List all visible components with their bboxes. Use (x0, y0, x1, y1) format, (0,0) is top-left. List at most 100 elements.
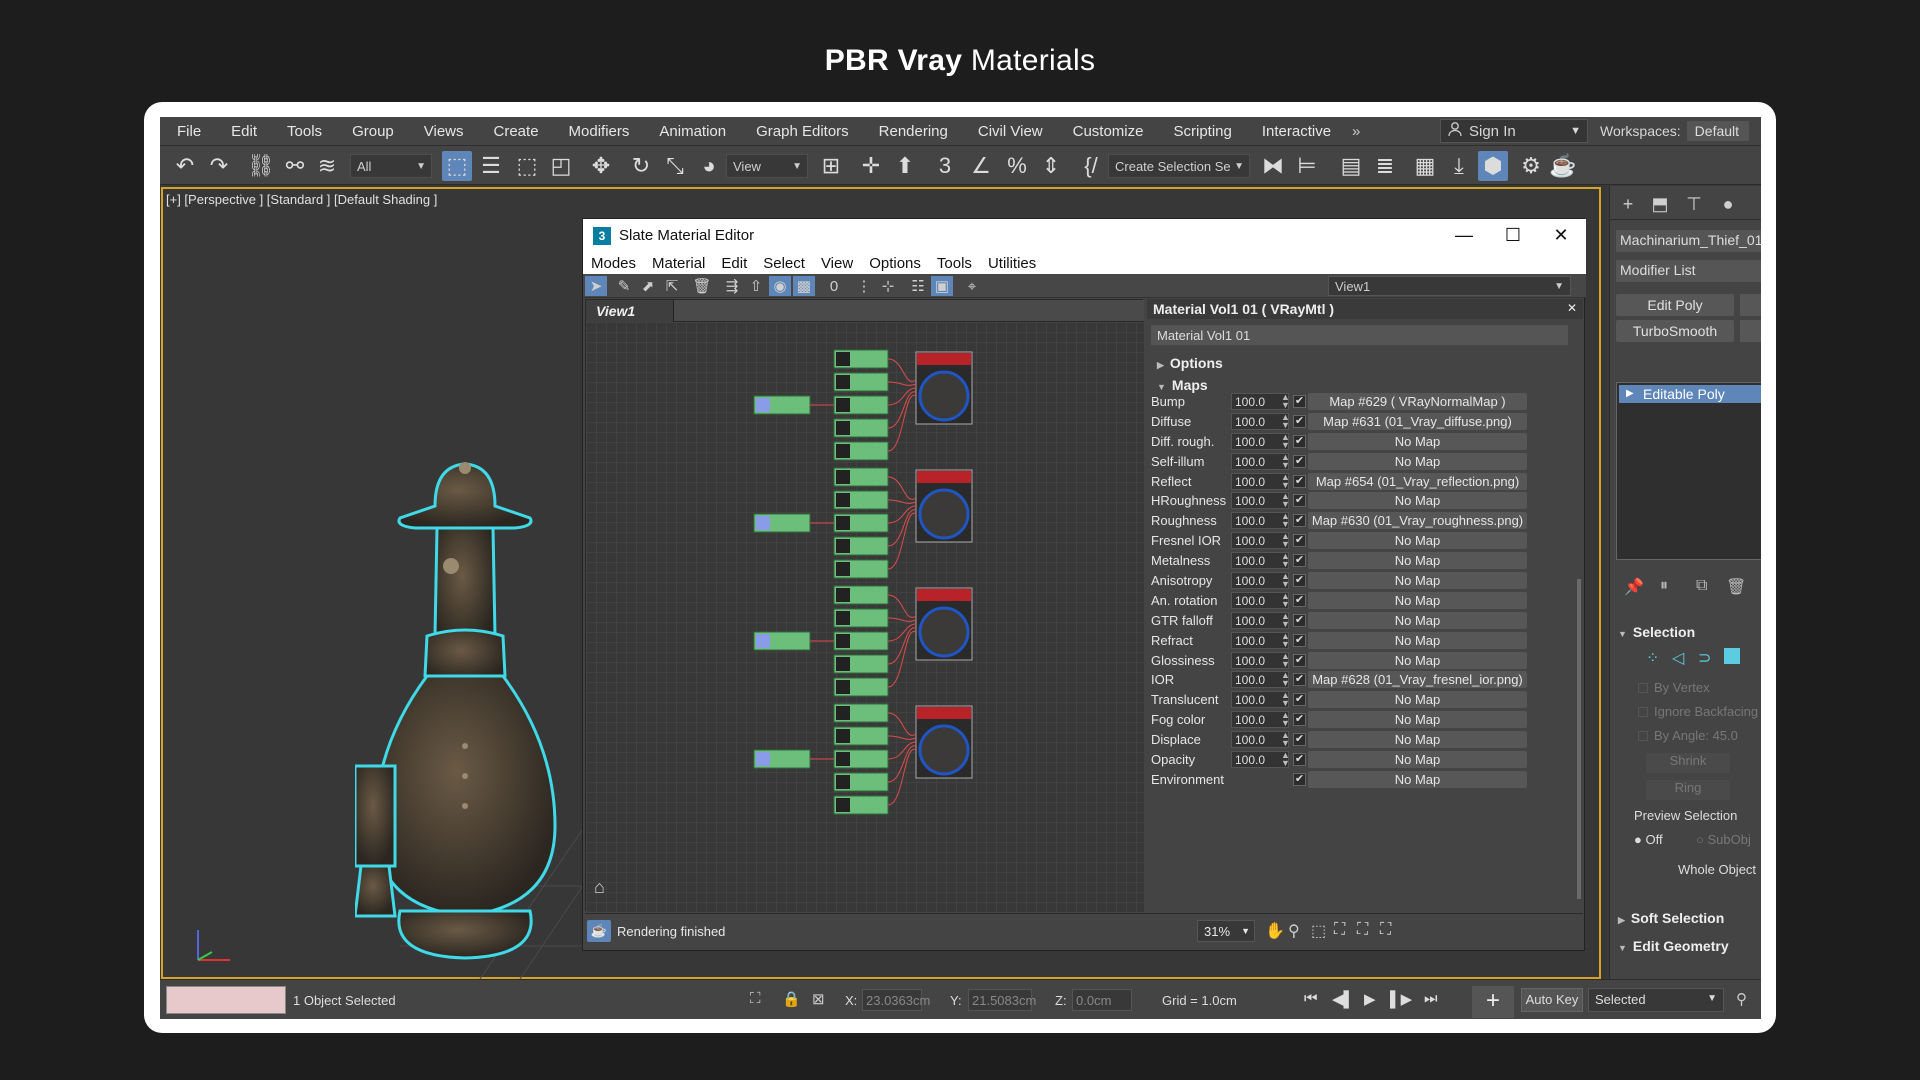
show-end-result-icon[interactable]: ⏸ (1660, 577, 1668, 595)
spinner-icon[interactable]: ▲ ▼ (1281, 611, 1290, 628)
texture-thumbnail[interactable] (836, 470, 850, 484)
go-to-end-icon[interactable]: ⏭ (1424, 990, 1438, 1007)
map-enable-checkbox[interactable]: ✔ (1293, 593, 1306, 607)
texture-thumbnail[interactable] (836, 516, 850, 530)
spinner-icon[interactable]: ▲ ▼ (1281, 532, 1290, 549)
delete-icon[interactable]: 🗑 (691, 276, 713, 296)
texture-thumbnail[interactable] (836, 375, 850, 389)
texture-thumbnail[interactable] (836, 798, 850, 812)
map-slot-button[interactable]: No Map (1308, 572, 1527, 590)
spinner-icon[interactable]: ▲ ▼ (1281, 711, 1290, 728)
material-preview-sphere[interactable] (918, 724, 970, 776)
node-graph-canvas[interactable]: ⌂ (586, 322, 1144, 912)
slate-menu-edit[interactable]: Edit (713, 255, 755, 272)
select-object-icon[interactable]: ⬚ (442, 151, 472, 181)
menu-modifiers[interactable]: Modifiers (554, 123, 645, 140)
play-icon[interactable]: ▶ (1364, 990, 1376, 1008)
motion-tab-icon[interactable]: ● (1714, 192, 1742, 216)
preview-off-radio[interactable]: ● Off (1634, 832, 1663, 847)
menu-tools[interactable]: Tools (272, 123, 337, 140)
params-scrollbar[interactable] (1577, 579, 1581, 899)
menu-create[interactable]: Create (479, 123, 554, 140)
material-id-icon[interactable]: 0 (823, 276, 845, 296)
map-slot-button[interactable]: No Map (1308, 691, 1527, 709)
map-enable-checkbox[interactable]: ✔ (1293, 693, 1306, 707)
rotate-icon[interactable]: ↻ (626, 151, 656, 181)
menu-animation[interactable]: Animation (644, 123, 741, 140)
material-preview-sphere[interactable] (918, 370, 970, 422)
spinner-icon[interactable]: ▲ ▼ (1281, 492, 1290, 509)
node-wire[interactable] (887, 617, 917, 622)
make-unique-icon[interactable]: ⧉ (1696, 577, 1707, 595)
material-node-graph[interactable] (586, 322, 1144, 912)
menu-civil-view[interactable]: Civil View (963, 123, 1058, 140)
modifier-list-dropdown[interactable]: Modifier List (1616, 260, 1761, 282)
spinner-icon[interactable]: ▲ ▼ (1281, 512, 1290, 529)
map-slot-button[interactable]: No Map (1308, 492, 1527, 510)
menu-customize[interactable]: Customize (1058, 123, 1159, 140)
material-map-navigator-icon[interactable]: ☷ (907, 276, 929, 296)
texture-thumbnail[interactable] (836, 729, 850, 743)
slate-menu-modes[interactable]: Modes (583, 255, 644, 272)
material-node-header[interactable] (917, 471, 971, 483)
align-icon[interactable]: ⊨ (1292, 151, 1322, 181)
show-background-icon[interactable]: ▩ (793, 276, 815, 296)
node-wire[interactable] (887, 594, 917, 618)
put-to-library-icon[interactable]: ⇱ (661, 276, 683, 296)
shrink-button[interactable]: Shrink (1646, 753, 1730, 773)
zoom-extents-icon[interactable]: ⛶ (1334, 921, 1345, 939)
pan-hand-icon[interactable]: ✋ (1265, 921, 1285, 941)
spinner-icon[interactable]: ▲ ▼ (1281, 671, 1290, 688)
map-enable-checkbox[interactable]: ✔ (1293, 414, 1306, 428)
placement-icon[interactable]: ◕ (694, 151, 724, 181)
next-frame-icon[interactable]: ▌▶ (1390, 990, 1412, 1008)
spinner-icon[interactable]: ▲ ▼ (1281, 751, 1290, 768)
y-coordinate-field[interactable]: 21.5083cm (968, 989, 1036, 1011)
node-wire[interactable] (887, 712, 917, 736)
spinner-icon[interactable]: ▲ ▼ (1281, 552, 1290, 569)
link-icon[interactable]: ⛓ (246, 151, 276, 181)
texture-thumbnail[interactable] (836, 752, 850, 766)
texture-thumbnail[interactable] (836, 634, 850, 648)
pin-stack-icon[interactable]: 📌 (1624, 577, 1644, 597)
map-slot-button[interactable]: Map #654 (01_Vray_reflection.png) (1308, 472, 1527, 490)
select-tool-icon[interactable]: ➤ (585, 276, 607, 296)
slate-title-bar[interactable]: 3 Slate Material Editor — ☐ ✕ (583, 219, 1586, 252)
absolute-mode-icon[interactable]: ⊠ (812, 990, 825, 1008)
map-enable-checkbox[interactable]: ✔ (1293, 534, 1306, 548)
render-icon[interactable]: ☕ (1548, 151, 1578, 181)
map-slot-button[interactable]: Map #629 ( VRayNormalMap ) (1308, 393, 1527, 410)
layer-explorer-icon[interactable]: ▤ (1336, 151, 1366, 181)
schematic-view-icon[interactable]: ⤓ (1444, 151, 1474, 181)
teapot-icon[interactable]: ☕ (587, 920, 611, 942)
render-setup-icon[interactable]: ⚙ (1516, 151, 1546, 181)
menu-rendering[interactable]: Rendering (864, 123, 963, 140)
spinner-icon[interactable]: ▲ ▼ (1281, 572, 1290, 589)
node-wire[interactable] (887, 476, 917, 500)
texture-thumbnail[interactable] (836, 421, 850, 435)
object-color-swatch[interactable] (166, 986, 286, 1014)
map-slot-button[interactable]: No Map (1308, 552, 1527, 570)
texture-thumbnail[interactable] (836, 493, 850, 507)
vertex-icon[interactable]: ⁘ (1646, 648, 1659, 668)
by-vertex-checkbox[interactable]: By Vertex (1638, 680, 1710, 695)
menu-group[interactable]: Group (337, 123, 409, 140)
hierarchy-tab-icon[interactable]: ⊤ (1680, 192, 1708, 216)
slate-menu-tools[interactable]: Tools (929, 255, 980, 272)
bind-space-warp-icon[interactable]: ≋ (312, 151, 342, 181)
node-wire[interactable] (887, 749, 917, 806)
spinner-icon[interactable]: ▲ ▼ (1281, 412, 1290, 429)
object-name-field[interactable]: Machinarium_Thief_01 (1616, 230, 1761, 252)
z-coordinate-field[interactable]: 0.0cm (1072, 989, 1132, 1011)
keyboard-shortcut-override-icon[interactable]: ⬆ (890, 151, 920, 181)
go-to-start-icon[interactable]: ⏮ (1304, 990, 1318, 1007)
select-manipulate-icon[interactable]: ✛ (856, 151, 886, 181)
normal-map-thumbnail[interactable] (756, 516, 770, 530)
set-key-icon[interactable]: + (1472, 986, 1514, 1018)
hide-unused-icon[interactable]: ⇧ (745, 276, 767, 296)
selection-filter-dropdown[interactable]: All ▼ (350, 154, 432, 178)
material-preview-sphere[interactable] (918, 488, 970, 540)
map-enable-checkbox[interactable]: ✔ (1293, 574, 1306, 588)
show-map-icon[interactable]: ◉ (769, 276, 791, 296)
texture-thumbnail[interactable] (836, 706, 850, 720)
